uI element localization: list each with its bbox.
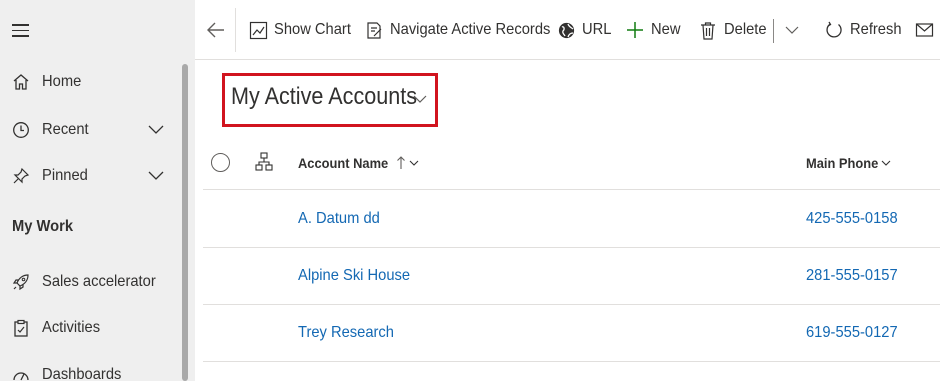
section-title-my-work: My Work <box>12 218 74 235</box>
column-header-label: Main Phone <box>806 155 879 171</box>
clock-icon <box>11 120 31 140</box>
table-row[interactable]: Trey Research 619-555-0127 <box>203 306 940 362</box>
sidebar-item-sales-accelerator[interactable]: Sales accelerator <box>0 262 180 302</box>
phone-link[interactable]: 281-555-0157 <box>806 267 898 285</box>
hamburger-menu-icon[interactable] <box>12 24 29 38</box>
account-name-link[interactable]: Trey Research <box>298 324 394 342</box>
refresh-icon <box>824 20 844 40</box>
divider <box>235 8 236 52</box>
more-commands-dropdown[interactable] <box>785 0 799 60</box>
account-name-link[interactable]: Alpine Ski House <box>298 267 410 285</box>
sidebar-scrollbar[interactable] <box>182 64 188 381</box>
refresh-button[interactable]: Refresh <box>824 0 906 60</box>
trash-icon <box>698 20 718 40</box>
main-content: Show Chart Navigate Active Records URL N… <box>195 0 940 381</box>
sidebar-item-label: Pinned <box>42 167 88 184</box>
delete-button[interactable]: Delete <box>698 0 770 60</box>
sidebar-item-label: Home <box>42 73 82 90</box>
pin-icon <box>11 166 31 186</box>
navigate-active-records-button[interactable]: Navigate Active Records <box>364 0 564 60</box>
chevron-down-icon[interactable] <box>148 122 164 138</box>
sidebar-item-home[interactable]: Home <box>0 62 180 102</box>
rocket-icon <box>11 272 31 292</box>
chevron-down-icon <box>785 26 799 34</box>
select-all-checkbox[interactable] <box>211 153 230 172</box>
edit-document-icon <box>364 20 384 40</box>
show-chart-button[interactable]: Show Chart <box>248 0 358 60</box>
phone-link[interactable]: 619-555-0127 <box>806 324 898 342</box>
sort-ascending-icon <box>397 156 405 169</box>
view-selector-highlight: My Active Accounts <box>222 73 438 127</box>
account-name-link[interactable]: A. Datum dd <box>298 210 380 228</box>
sidebar: Home Recent Pinned My Work Sales acceler… <box>0 0 195 381</box>
divider <box>773 19 774 43</box>
email-link-button[interactable] <box>915 0 940 60</box>
chart-icon <box>248 20 268 40</box>
table-row[interactable]: A. Datum dd 425-555-0158 <box>203 192 940 248</box>
chevron-down-icon[interactable] <box>148 168 164 184</box>
sidebar-item-label: Sales accelerator <box>42 273 156 290</box>
clipboard-icon <box>11 318 31 338</box>
home-icon <box>11 72 31 92</box>
hierarchy-icon[interactable] <box>255 152 273 172</box>
sidebar-item-label: Activities <box>42 319 101 336</box>
column-header-main-phone[interactable]: Main Phone <box>806 155 891 171</box>
sidebar-item-activities[interactable]: Activities <box>0 308 180 348</box>
command-bar: Show Chart Navigate Active Records URL N… <box>195 0 940 60</box>
table-row[interactable]: Alpine Ski House 281-555-0157 <box>203 249 940 305</box>
chevron-down-icon[interactable] <box>413 92 427 106</box>
dashboard-icon <box>11 365 31 381</box>
sidebar-item-label: Dashboards <box>42 366 122 381</box>
sidebar-item-dashboards[interactable]: Dashboards <box>0 355 180 381</box>
view-title[interactable]: My Active Accounts <box>231 83 417 111</box>
sidebar-item-label: Recent <box>42 121 89 138</box>
url-button[interactable]: URL <box>556 0 614 60</box>
sidebar-item-recent[interactable]: Recent <box>0 110 180 150</box>
column-header-account-name[interactable]: Account Name <box>298 155 419 171</box>
column-header-label: Account Name <box>298 155 389 171</box>
plus-icon <box>625 20 645 40</box>
mail-icon <box>915 20 935 40</box>
phone-link[interactable]: 425-555-0158 <box>806 210 898 228</box>
back-arrow-icon[interactable] <box>205 20 227 40</box>
chevron-down-icon <box>409 160 419 166</box>
chevron-down-icon <box>881 160 890 166</box>
sidebar-item-pinned[interactable]: Pinned <box>0 156 180 196</box>
new-button[interactable]: New <box>625 0 683 60</box>
grid-header: Account Name Main Phone <box>203 140 940 190</box>
globe-icon <box>556 20 576 40</box>
